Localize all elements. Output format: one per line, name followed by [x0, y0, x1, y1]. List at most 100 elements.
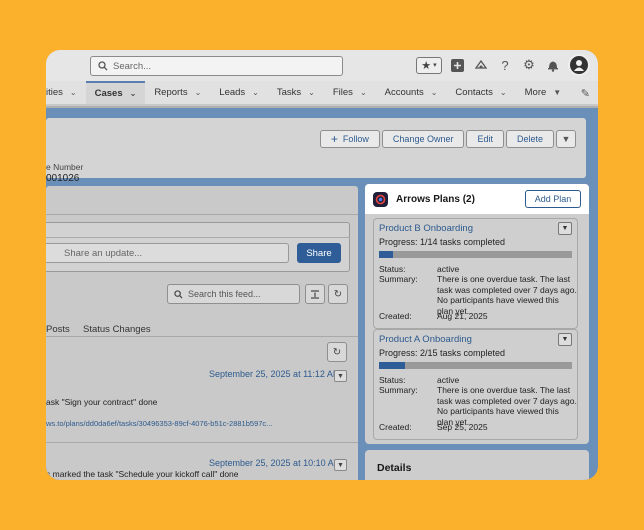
feed-item-link[interactable]: ws.to/plans/dd0da6ef/tasks/30496353-89cf… — [46, 419, 272, 428]
record-highlights: + Follow Change Owner Edit Delete ▼ e Num… — [46, 118, 586, 184]
add-plan-button[interactable]: Add Plan — [525, 190, 581, 208]
nav-item-more[interactable]: More ▼ — [516, 81, 571, 104]
filter-feed-button[interactable] — [305, 284, 325, 304]
arrows-plans-panel: Arrows Plans (2) Add Plan Product B Onbo… — [365, 184, 589, 444]
bell-icon[interactable] — [544, 56, 562, 74]
plan-progress-text: Progress: 2/15 tasks completed — [379, 348, 506, 358]
chevron-down-icon: ⌄ — [308, 88, 315, 97]
divider — [46, 336, 358, 337]
header-icons: ★ ▾ ? ⚙ — [416, 54, 590, 76]
nav-item-files[interactable]: Files ⌄ — [324, 81, 376, 104]
nav-item-label: More — [524, 87, 547, 98]
nav-item-label: Tasks — [276, 87, 302, 98]
search-icon — [174, 289, 183, 299]
refresh-icon: ↻ — [333, 288, 343, 300]
refresh-feed-button[interactable]: ↻ — [328, 284, 348, 304]
status-value: active — [437, 264, 460, 274]
nav-item-contacts[interactable]: Contacts ⌄ — [446, 81, 515, 104]
feed-item-timestamp[interactable]: September 25, 2025 at 11:12 AM — [209, 369, 340, 379]
chevron-down-icon: ⌄ — [194, 88, 202, 97]
edit-nav-pencil-icon[interactable]: ✎ — [581, 87, 590, 100]
created-value: Aug 21, 2025 — [437, 311, 488, 321]
nav-item-label: Reports — [154, 87, 188, 98]
nav-item-label: Files — [332, 87, 353, 98]
nav-item-accounts[interactable]: Accounts ⌄ — [376, 81, 447, 104]
record-header: + Follow Change Owner Edit Delete ▼ e Num… — [46, 108, 598, 184]
plan-menu-button[interactable]: ▼ — [558, 333, 572, 346]
help-icon[interactable]: ? — [496, 56, 514, 74]
feed-item-text: ask "Sign your contract" done — [46, 397, 158, 407]
chevron-down-icon: ⌄ — [499, 88, 507, 97]
caret-down-icon: ▼ — [553, 88, 562, 97]
created-label: Created: — [379, 311, 412, 321]
plan-progress-fill — [379, 251, 393, 258]
star-icon: ★ — [421, 59, 432, 72]
nav-item-label: Leads — [219, 87, 246, 98]
refresh-items-button[interactable]: ↻ — [327, 342, 347, 362]
summary-label: Summary: — [379, 274, 418, 284]
chevron-down-icon: ⌄ — [69, 88, 77, 97]
trailhead-icon[interactable] — [472, 56, 490, 74]
arrows-logo-icon — [373, 191, 388, 207]
divider — [46, 214, 358, 215]
nav-item-activities[interactable]: ities ⌄ — [46, 81, 86, 104]
arrows-plans-title: Arrows Plans (2) — [396, 193, 475, 205]
nav-item-cases[interactable]: Cases ⌄ — [85, 81, 146, 104]
follow-button[interactable]: + Follow — [319, 130, 380, 148]
created-label: Created: — [379, 422, 412, 432]
status-label: Status: — [379, 375, 406, 385]
feed-item-menu-button[interactable]: ▼ — [334, 370, 347, 382]
search-icon — [98, 61, 108, 71]
feed-search-placeholder: Search this feed... — [188, 289, 261, 299]
created-value: Sep 25, 2025 — [437, 422, 488, 432]
case-number-label: e Number — [46, 162, 84, 172]
publisher: Share an update... Share — [46, 222, 350, 272]
caret-down-icon: ▼ — [337, 461, 344, 469]
plan-name-link[interactable]: Product A Onboarding — [379, 334, 472, 345]
divider — [46, 237, 350, 238]
caret-down-icon: ▼ — [561, 134, 571, 144]
favorites-button[interactable]: ★ ▾ — [416, 56, 442, 74]
chevron-down-icon: ⌄ — [129, 89, 137, 98]
plan-menu-button[interactable]: ▼ — [558, 222, 572, 235]
nav-item-reports[interactable]: Reports ⌄ — [145, 81, 210, 104]
nav-item-tasks[interactable]: Tasks ⌄ — [268, 81, 324, 104]
global-header: Search... ★ ▾ ? ⚙ — [46, 50, 598, 81]
caret-down-icon: ▼ — [561, 225, 569, 232]
plan-progress-bar — [379, 251, 572, 258]
app-window: Search... ★ ▾ ? ⚙ ities ⌄ Cases ⌄ Reports ⌄ … — [46, 50, 598, 480]
share-button[interactable]: Share — [297, 243, 341, 263]
tab-posts[interactable]: Posts — [46, 324, 70, 335]
status-value: active — [437, 375, 460, 385]
plan-progress-text: Progress: 1/14 tasks completed — [379, 237, 506, 247]
plan-progress-fill — [379, 362, 405, 369]
nav-bar: ities ⌄ Cases ⌄ Reports ⌄ Leads ⌄ Tasks ⌄ Fil… — [46, 81, 598, 106]
tab-status-changes[interactable]: Status Changes — [83, 324, 151, 335]
more-actions-button[interactable]: ▼ — [556, 130, 576, 148]
change-owner-button[interactable]: Change Owner — [381, 130, 465, 148]
delete-button[interactable]: Delete — [505, 130, 554, 148]
chevron-down-icon: ⌄ — [430, 88, 438, 97]
feed-item-timestamp[interactable]: September 25, 2025 at 10:10 AM — [209, 458, 341, 468]
avatar[interactable] — [568, 54, 590, 76]
divider — [46, 442, 358, 443]
feed-search-input[interactable]: Search this feed... — [167, 284, 300, 304]
edit-button[interactable]: Edit — [466, 130, 504, 148]
share-update-placeholder: Share an update... — [64, 247, 143, 259]
status-label: Status: — [379, 264, 406, 274]
plan-name-link[interactable]: Product B Onboarding — [379, 223, 473, 234]
nav-item-label: Cases — [94, 88, 123, 99]
plus-icon: + — [330, 132, 338, 146]
feed-item-menu-button[interactable]: ▼ — [334, 459, 347, 471]
caret-down-icon: ▼ — [561, 336, 569, 343]
chevron-down-icon: ⌄ — [252, 88, 259, 97]
plan-card: Product B Onboarding ▼ Progress: 1/14 ta… — [373, 218, 578, 329]
refresh-icon: ↻ — [332, 346, 342, 358]
nav-item-label: Accounts — [384, 87, 424, 98]
share-update-input[interactable]: Share an update... — [46, 243, 289, 263]
plus-icon[interactable] — [448, 56, 466, 74]
setup-gear-icon[interactable]: ⚙ — [520, 56, 538, 74]
global-search-input[interactable]: Search... — [90, 56, 343, 76]
nav-item-leads[interactable]: Leads ⌄ — [210, 81, 268, 104]
plan-card: Product A Onboarding ▼ Progress: 2/15 ta… — [373, 329, 578, 440]
